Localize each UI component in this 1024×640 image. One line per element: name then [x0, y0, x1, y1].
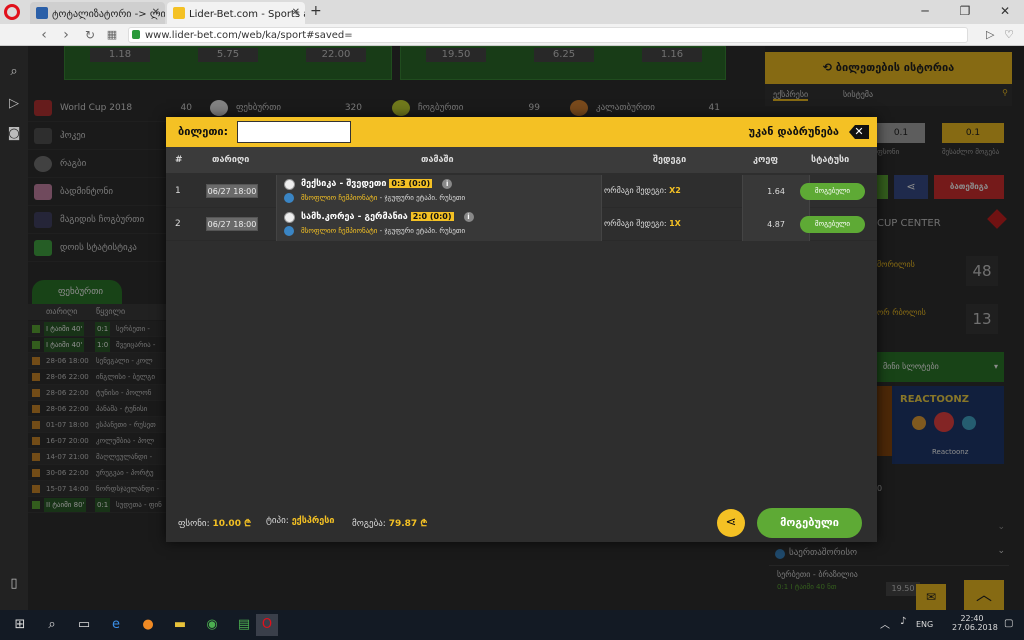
ticket-modal: ბილეთი: უკან დაბრუნება ✕ # თარიღი თამაში…: [166, 117, 877, 542]
event-cell[interactable]: მექსიკა - შვედეთი 0:3 (0:0) i მსოფლიო ჩემპი…: [276, 175, 602, 208]
event-score: 0:3 (0:0): [389, 179, 433, 188]
minimize-icon[interactable]: ─: [910, 4, 940, 18]
ticket-id-field[interactable]: [237, 121, 351, 143]
win-label: მოგება:: [352, 519, 386, 529]
ticket-table-header: # თარიღი თამაში შედეგი კოეფ სტატუსი: [166, 147, 877, 173]
task-view-icon[interactable]: ▭: [76, 617, 92, 633]
search-icon[interactable]: ⌕: [6, 64, 22, 80]
pick-label: ორმაგი შედეგი:: [604, 219, 670, 228]
ticket-row: 2 06/27 18:00 სამხ.კორეა - გერმანია 2:0 (0:…: [166, 208, 877, 241]
info-icon[interactable]: i: [463, 212, 474, 222]
close-tab-icon[interactable]: ✕: [292, 7, 300, 18]
camera-icon[interactable]: ◙: [6, 126, 22, 142]
speaker-icon[interactable]: ♪: [900, 616, 906, 627]
liderbet-favicon-icon: [173, 7, 185, 19]
ticket-title: ბილეთი:: [178, 125, 229, 138]
chrome-icon[interactable]: ◉: [204, 617, 220, 633]
back-icon[interactable]: ‹: [36, 27, 52, 43]
browser-tab-2[interactable]: Lider-Bet.com - Sports and ✕: [167, 2, 305, 24]
pick-value: 1X: [669, 219, 681, 228]
stake-value: 10.00 ₾: [212, 519, 252, 529]
football-icon: [284, 212, 295, 223]
forward-icon[interactable]: ›: [58, 27, 74, 43]
clock-date: 27.06.2018: [952, 623, 998, 632]
clock[interactable]: 22:40 27.06.2018: [952, 614, 998, 632]
restore-icon[interactable]: ❐: [950, 4, 980, 18]
status-badge[interactable]: მოგებული: [800, 183, 865, 200]
ticket-rows: 1 06/27 18:00 მექსიკა - შვედეთი 0:3 (0:0) i მ…: [166, 175, 877, 241]
ticket-modal-header: ბილეთი: უკან დაბრუნება ✕: [166, 117, 877, 147]
firefox-icon[interactable]: ●: [140, 617, 156, 633]
col-coef: კოეფ: [753, 155, 778, 165]
reload-icon[interactable]: ↻: [82, 27, 98, 43]
back-link[interactable]: უკან დაბრუნება: [749, 125, 839, 138]
pick-value: X2: [669, 186, 681, 195]
league-name: მსოფლიო ჩემპიონატი: [301, 194, 378, 202]
won-status-button[interactable]: მოგებული: [757, 508, 862, 538]
league-stage: - ჯგუფური ეტაპი. რუსეთი: [377, 227, 466, 235]
win-value: 79.87 ₾: [388, 519, 428, 529]
close-icon[interactable]: ✕: [849, 125, 869, 139]
col-date: თარიღი: [212, 155, 250, 165]
pick-label: ორმაგი შედეგი:: [604, 186, 670, 195]
opera-menu-icon[interactable]: [4, 4, 20, 20]
row-index: 1: [175, 186, 181, 196]
ticket-footer: ფსონი: 10.00 ₾ ტიპი: ექსპრესი მოგება: 79…: [166, 497, 877, 542]
url-field[interactable]: www.lider-bet.com/web/ka/sport#saved=: [128, 27, 968, 43]
heart-icon[interactable]: ♡: [1004, 28, 1014, 41]
event-date: 06/27 18:00: [206, 217, 258, 231]
league-stage: - ჯგუფური ეტაპი. რუსეთი: [377, 194, 466, 202]
info-icon[interactable]: i: [442, 179, 453, 189]
status-badge[interactable]: მოგებული: [800, 216, 865, 233]
search-icon[interactable]: ⌕: [44, 617, 60, 633]
event-teams: სამხ.კორეა - გერმანია: [301, 212, 408, 222]
row-index: 2: [175, 219, 181, 229]
file-explorer-icon[interactable]: ▬: [172, 617, 188, 633]
tab-label: ტოტალიზატორი -> ლი: [52, 9, 165, 20]
new-tab-button[interactable]: +: [310, 3, 322, 19]
send-icon[interactable]: ▷: [986, 28, 994, 41]
windows-start-icon[interactable]: ⊞: [12, 617, 28, 633]
close-tab-icon[interactable]: ✕: [152, 7, 160, 18]
secure-lock-icon: [132, 30, 140, 39]
col-index: #: [175, 155, 183, 165]
event-score: 2:0 (0:0): [410, 212, 454, 221]
stake-label: ფსონი:: [178, 519, 210, 529]
window-close-icon[interactable]: ✕: [990, 4, 1020, 18]
sidebar-toggle-icon[interactable]: ▯: [6, 576, 22, 592]
col-status: სტატუსი: [811, 155, 850, 165]
event-date: 06/27 18:00: [206, 184, 258, 198]
browser-tab-1[interactable]: ტოტალიზატორი -> ლი ✕: [30, 2, 165, 24]
clock-time: 22:40: [960, 614, 984, 623]
edge-icon[interactable]: e: [108, 617, 124, 633]
share-icon[interactable]: ⋖: [717, 509, 745, 537]
tab-label: Lider-Bet.com - Sports and: [189, 9, 305, 20]
tray-arrow-icon[interactable]: ︿: [880, 616, 890, 631]
col-event: თამაში: [421, 155, 454, 165]
globe-icon: [284, 193, 294, 203]
football-icon: [284, 179, 295, 190]
event-teams: მექსიკა - შვედეთი: [301, 179, 387, 189]
notifications-icon[interactable]: ▢: [1004, 618, 1013, 629]
excel-icon[interactable]: ▤: [236, 617, 252, 633]
site-favicon-icon: [36, 7, 48, 19]
event-cell[interactable]: სამხ.კორეა - გერმანია 2:0 (0:0) i მსოფლიო ჩ…: [276, 208, 602, 241]
type-value: ექსპრესი: [291, 516, 335, 526]
col-result: შედეგი: [653, 155, 687, 165]
league-name: მსოფლიო ჩემპიონატი: [301, 227, 378, 235]
ticket-row: 1 06/27 18:00 მექსიკა - შვედეთი 0:3 (0:0) i მ…: [166, 175, 877, 208]
language-indicator[interactable]: ENG: [916, 620, 933, 629]
globe-icon: [284, 226, 294, 236]
opera-taskbar-icon[interactable]: O: [256, 614, 278, 636]
send-icon[interactable]: ▷: [6, 96, 22, 112]
type-label: ტიპი:: [266, 516, 289, 526]
speed-dial-icon[interactable]: ▦: [104, 27, 120, 43]
